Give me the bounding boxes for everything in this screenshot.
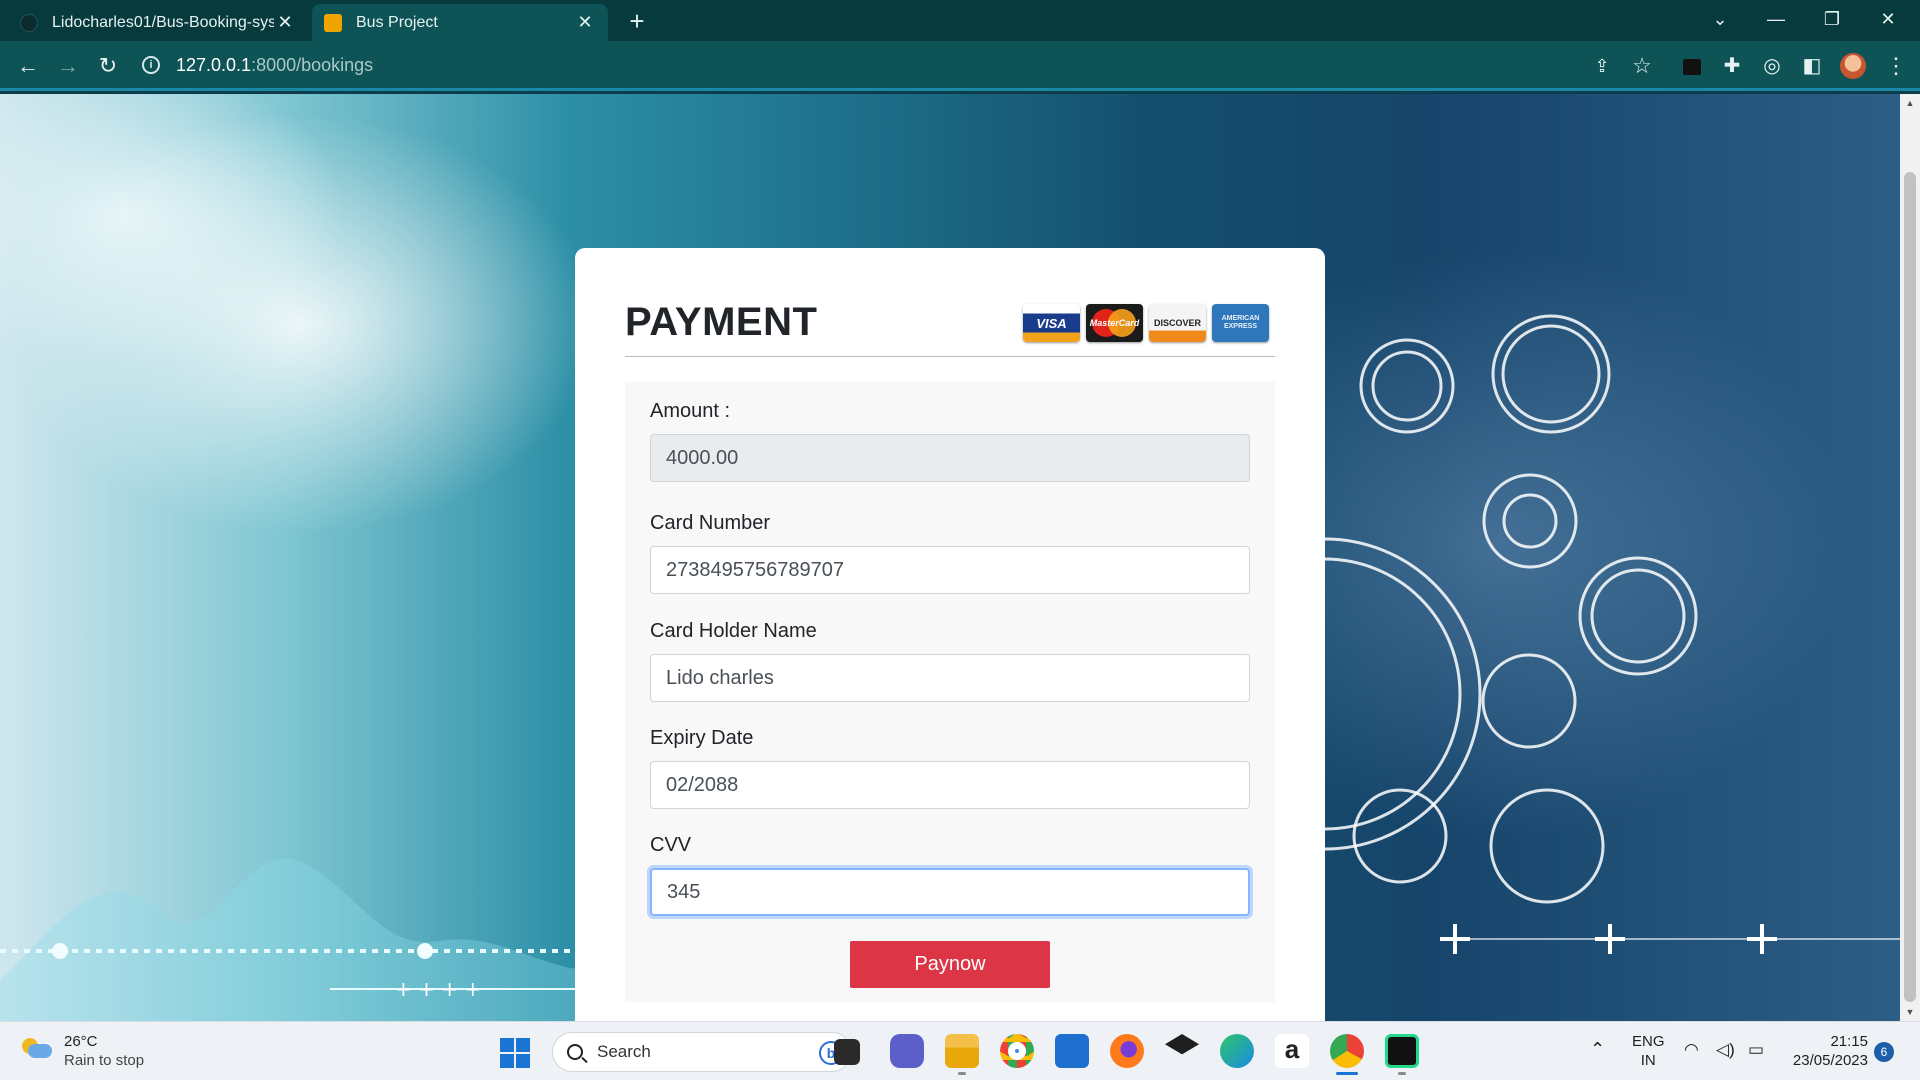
battery-icon[interactable]: ▭ — [1748, 1040, 1764, 1059]
card-number-field[interactable] — [650, 546, 1250, 594]
scroll-down-arrow-icon[interactable]: ▼ — [1900, 1007, 1920, 1017]
search-icon — [567, 1044, 583, 1060]
wifi-icon[interactable]: ◠ — [1684, 1040, 1699, 1059]
task-view-icon[interactable] — [834, 1039, 860, 1065]
cvv-field[interactable] — [650, 868, 1250, 916]
forward-arrow-icon[interactable]: → — [52, 51, 84, 81]
browser-tab-strip: Lidocharles01/Bus-Booking-syste ✕ Bus Pr… — [0, 0, 1920, 41]
card-number-label: Card Number — [650, 512, 771, 534]
close-window-button[interactable]: ✕ — [1860, 0, 1916, 41]
card-holder-name-field[interactable] — [650, 654, 1250, 702]
amount-label: Amount : — [650, 400, 731, 422]
tab-close-button[interactable]: ✕ — [574, 12, 596, 33]
accepted-cards-logos: VISA MasterCard DISCOVER AMERICAN EXPRES… — [1023, 304, 1269, 342]
scroll-up-arrow-icon[interactable]: ▲ — [1900, 98, 1920, 108]
tab-title: Bus Project — [356, 13, 438, 31]
minimize-button[interactable]: — — [1748, 0, 1804, 41]
scrollbar-thumb[interactable] — [1904, 172, 1916, 1002]
pycharm-icon[interactable] — [1385, 1034, 1419, 1068]
chrome-profile-icon[interactable] — [1330, 1034, 1364, 1068]
url-host: 127.0.0.1 — [176, 54, 252, 75]
search-placeholder: Search — [597, 1042, 651, 1061]
page-title: PAYMENT — [625, 300, 818, 344]
bus-project-favicon-icon — [324, 13, 342, 32]
system-clock[interactable]: 21:15 23/05/2023 — [1788, 1032, 1868, 1070]
chrome-active-indicator — [1336, 1072, 1358, 1075]
reload-icon[interactable]: ↻ — [92, 51, 124, 81]
github-icon — [20, 13, 38, 32]
back-arrow-icon[interactable]: ← — [12, 51, 44, 81]
expiry-date-label: Expiry Date — [650, 727, 754, 749]
amazon-icon[interactable]: a — [1275, 1034, 1309, 1068]
card-holder-name-label: Card Holder Name — [650, 620, 817, 642]
file-explorer-icon[interactable] — [945, 1034, 979, 1068]
payment-form: Amount : Card Number Card Holder Name Ex… — [625, 382, 1275, 1002]
tab-close-button[interactable]: ✕ — [274, 12, 296, 33]
url-path: :8000/bookings — [251, 54, 374, 75]
windows-taskbar: 26°C Rain to stop Search b a ⌃ ENG IN ◠ … — [0, 1021, 1920, 1080]
microsoft-store-icon[interactable] — [1055, 1034, 1089, 1068]
tab-github[interactable]: Lidocharles01/Bus-Booking-syste ✕ — [8, 4, 308, 41]
page-background: + + + + PAYMENT VISA MasterCard DISCOVER — [0, 94, 1900, 1021]
file-explorer-running-indicator — [958, 1072, 966, 1075]
share-icon[interactable]: ⇪ — [1586, 51, 1618, 81]
taskbar-search-box[interactable]: Search b — [552, 1032, 852, 1072]
mastercard-logo: MasterCard — [1086, 304, 1143, 342]
dropbox-icon[interactable] — [1165, 1034, 1199, 1055]
bookmark-star-icon[interactable]: ☆ — [1626, 51, 1658, 81]
american-express-logo: AMERICAN EXPRESS — [1212, 304, 1269, 342]
profile-avatar[interactable] — [1840, 53, 1866, 79]
extensions-puzzle-icon[interactable]: ✚ — [1716, 51, 1748, 81]
site-info-icon[interactable]: i — [142, 56, 160, 74]
region-code: IN — [1640, 1052, 1656, 1069]
show-hidden-icons-chevron-icon[interactable]: ⌃ — [1590, 1040, 1605, 1059]
new-tab-button[interactable]: + — [622, 6, 652, 36]
edge-icon[interactable] — [1220, 1034, 1254, 1068]
tab-bus-project[interactable]: Bus Project ✕ — [312, 4, 608, 41]
tab-search-dropdown-icon[interactable]: ⌄ — [1692, 0, 1748, 41]
browser-toolbar: ← → ↻ i 127.0.0.1 :8000/bookings ⇪ ☆ ✚ ◎… — [0, 41, 1920, 91]
tab-title: Lidocharles01/Bus-Booking-syste — [52, 13, 274, 31]
decorative-icon-network-graphic — [1325, 314, 1900, 954]
side-panel-icon[interactable]: ◧ — [1796, 51, 1828, 81]
title-divider — [625, 356, 1275, 357]
weather-widget[interactable]: 26°C Rain to stop — [20, 1032, 144, 1070]
language-indicator[interactable]: ENG IN — [1632, 1032, 1665, 1070]
firefox-icon[interactable] — [1110, 1034, 1144, 1068]
weather-description: Rain to stop — [64, 1052, 145, 1069]
expiry-date-field[interactable] — [650, 761, 1250, 809]
svg-text:+ + + +: + + + + — [395, 977, 481, 1001]
clock-time: 21:15 — [1830, 1033, 1868, 1050]
payment-card: PAYMENT VISA MasterCard DISCOVER AMERICA… — [575, 248, 1325, 1021]
notification-badge[interactable]: 6 — [1874, 1042, 1894, 1062]
pycharm-running-indicator — [1398, 1072, 1406, 1075]
terminal-extension-icon[interactable] — [1676, 51, 1708, 81]
menu-kebab-icon[interactable]: ⋮ — [1880, 51, 1912, 81]
chrome-icon[interactable] — [1000, 1034, 1034, 1068]
weather-temperature: 26°C — [64, 1033, 98, 1050]
language-code: ENG — [1632, 1033, 1665, 1050]
page-scrollbar[interactable]: ▲ ▼ — [1900, 94, 1920, 1021]
discover-logo: DISCOVER — [1149, 304, 1206, 342]
clock-date: 23/05/2023 — [1792, 1052, 1868, 1069]
restore-button[interactable]: ❐ — [1804, 0, 1860, 41]
performance-icon[interactable]: ◎ — [1756, 51, 1788, 81]
cvv-label: CVV — [650, 834, 692, 856]
windows-start-icon[interactable] — [500, 1038, 530, 1068]
paynow-button[interactable]: Paynow — [850, 941, 1050, 988]
address-bar[interactable]: i 127.0.0.1 :8000/bookings — [142, 49, 373, 81]
teams-chat-icon[interactable] — [890, 1034, 924, 1068]
amount-field[interactable] — [650, 434, 1250, 482]
visa-logo: VISA — [1023, 304, 1080, 342]
weather-rain-icon — [20, 1036, 54, 1066]
volume-icon[interactable]: ◁) — [1716, 1040, 1735, 1059]
